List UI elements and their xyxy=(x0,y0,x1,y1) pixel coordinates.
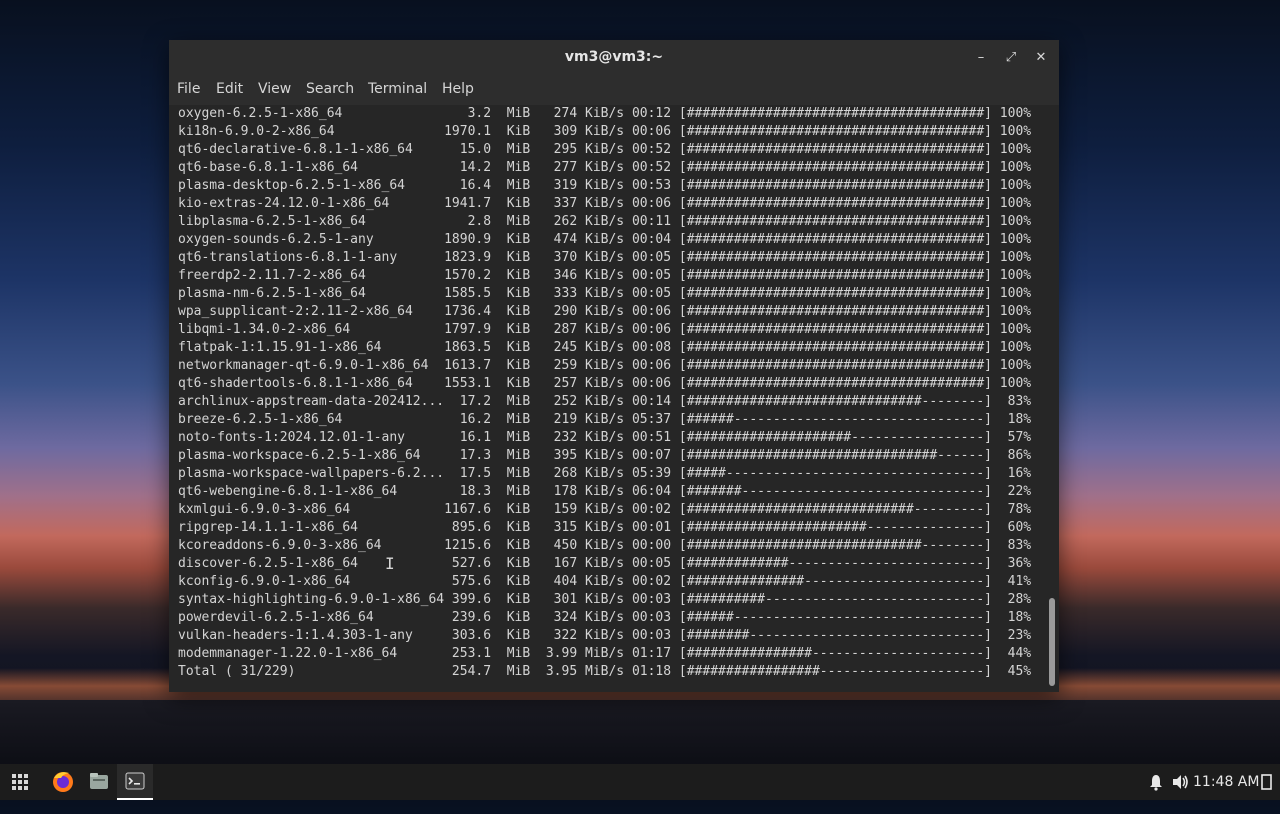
text-cursor-icon: I xyxy=(385,554,395,573)
minimize-button[interactable]: – xyxy=(971,48,991,68)
terminal-line: flatpak-1:1.15.91-1-x86_64 1863.5 KiB 24… xyxy=(178,340,1032,355)
menu-help[interactable]: Help xyxy=(442,81,474,97)
terminal-line: oxygen-sounds-6.2.5-1-any 1890.9 KiB 474… xyxy=(178,232,1032,247)
terminal-line: qt6-webengine-6.8.1-1-x86_64 18.3 MiB 17… xyxy=(178,484,1032,499)
files-icon[interactable] xyxy=(81,764,117,800)
terminal-line: kcoreaddons-6.9.0-3-x86_64 1215.6 KiB 45… xyxy=(178,538,1032,553)
terminal-line: kio-extras-24.12.0-1-x86_64 1941.7 KiB 3… xyxy=(178,196,1032,211)
terminal-line: libqmi-1.34.0-2-x86_64 1797.9 KiB 287 Ki… xyxy=(178,322,1032,337)
taskbar: 11:48 AM xyxy=(0,764,1280,800)
terminal-line: Total ( 31/229) 254.7 MiB 3.95 MiB/s 01:… xyxy=(178,664,1032,679)
terminal-line: discover-6.2.5-1-x86_64 527.6 KiB 167 Ki… xyxy=(178,556,1032,571)
terminal-icon[interactable] xyxy=(117,764,153,800)
clock[interactable]: 11:48 AM xyxy=(1193,764,1259,800)
terminal-line: vulkan-headers-1:1.4.303-1-any 303.6 KiB… xyxy=(178,628,1032,643)
terminal-line: networkmanager-qt-6.9.0-1-x86_64 1613.7 … xyxy=(178,358,1032,373)
firefox-icon[interactable] xyxy=(45,764,81,800)
terminal-line: kxmlgui-6.9.0-3-x86_64 1167.6 KiB 159 Ki… xyxy=(178,502,1032,517)
maximize-button[interactable]: ⤢ xyxy=(1001,48,1021,68)
scrollbar[interactable] xyxy=(1049,105,1055,692)
terminal-line: modemmanager-1.22.0-1-x86_64 253.1 MiB 3… xyxy=(178,646,1032,661)
menu-file[interactable]: File xyxy=(177,81,200,97)
volume-icon[interactable] xyxy=(1170,764,1190,800)
terminal-line: oxygen-6.2.5-1-x86_64 3.2 MiB 274 KiB/s … xyxy=(178,106,1032,121)
terminal-line: plasma-nm-6.2.5-1-x86_64 1585.5 KiB 333 … xyxy=(178,286,1032,301)
terminal-line: powerdevil-6.2.5-1-x86_64 239.6 KiB 324 … xyxy=(178,610,1032,625)
terminal-line: ki18n-6.9.0-2-x86_64 1970.1 KiB 309 KiB/… xyxy=(178,124,1032,139)
terminal-line: breeze-6.2.5-1-x86_64 16.2 MiB 219 KiB/s… xyxy=(178,412,1032,427)
terminal-lines: oxygen-6.2.5-1-x86_64 3.2 MiB 274 KiB/s … xyxy=(178,105,1031,681)
terminal-line: libplasma-6.2.5-1-x86_64 2.8 MiB 262 KiB… xyxy=(178,214,1032,229)
menu-view[interactable]: View xyxy=(258,81,291,97)
scrollbar-thumb[interactable] xyxy=(1049,598,1055,686)
terminal-line: syntax-highlighting-6.9.0-1-x86_64 399.6… xyxy=(178,592,1032,607)
menu-search[interactable]: Search xyxy=(306,81,354,97)
terminal-line: archlinux-appstream-data-202412... 17.2 … xyxy=(178,394,1032,409)
terminal-line: qt6-shadertools-6.8.1-1-x86_64 1553.1 Ki… xyxy=(178,376,1032,391)
menu-bar: File Edit View Search Terminal Help xyxy=(169,75,1059,105)
show-desktop-icon[interactable] xyxy=(1260,764,1274,800)
terminal-line: plasma-desktop-6.2.5-1-x86_64 16.4 MiB 3… xyxy=(178,178,1032,193)
terminal-line: qt6-declarative-6.8.1-1-x86_64 15.0 MiB … xyxy=(178,142,1032,157)
terminal-line: plasma-workspace-wallpapers-6.2... 17.5 … xyxy=(178,466,1032,481)
terminal-line: qt6-translations-6.8.1-1-any 1823.9 KiB … xyxy=(178,250,1032,265)
terminal-line: qt6-base-6.8.1-1-x86_64 14.2 MiB 277 KiB… xyxy=(178,160,1032,175)
terminal-line: kconfig-6.9.0-1-x86_64 575.6 KiB 404 KiB… xyxy=(178,574,1032,589)
terminal-line: noto-fonts-1:2024.12.01-1-any 16.1 MiB 2… xyxy=(178,430,1032,445)
terminal-line: ripgrep-14.1.1-1-x86_64 895.6 KiB 315 Ki… xyxy=(178,520,1032,535)
terminal-line: freerdp2-2.11.7-2-x86_64 1570.2 KiB 346 … xyxy=(178,268,1032,283)
menu-terminal[interactable]: Terminal xyxy=(368,81,427,97)
app-launcher-icon[interactable] xyxy=(2,764,38,800)
terminal-window[interactable]: vm3@vm3:~ – ⤢ ✕ File Edit View Search Te… xyxy=(169,40,1059,692)
notifications-icon[interactable] xyxy=(1148,764,1164,800)
terminal-line: wpa_supplicant-2:2.11-2-x86_64 1736.4 Ki… xyxy=(178,304,1032,319)
terminal-line: plasma-workspace-6.2.5-1-x86_64 17.3 MiB… xyxy=(178,448,1032,463)
title-bar[interactable]: vm3@vm3:~ – ⤢ ✕ xyxy=(169,40,1059,75)
menu-edit[interactable]: Edit xyxy=(216,81,243,97)
terminal-output[interactable]: oxygen-6.2.5-1-x86_64 3.2 MiB 274 KiB/s … xyxy=(169,105,1059,692)
window-title: vm3@vm3:~ xyxy=(564,49,664,65)
close-button[interactable]: ✕ xyxy=(1031,48,1051,68)
